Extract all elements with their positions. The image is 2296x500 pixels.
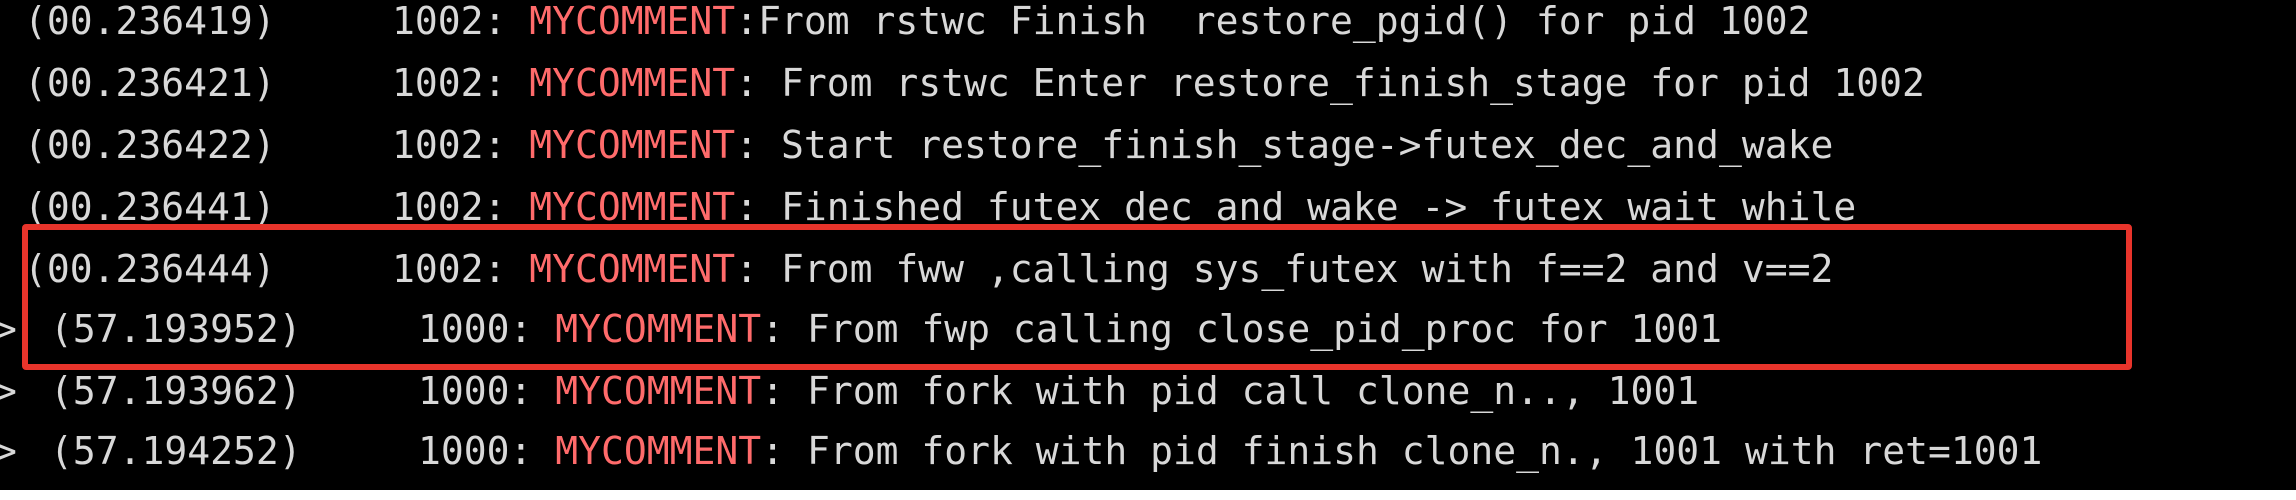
log-line: (00.236419) 1002: MYCOMMENT:From rstwc F… — [0, 0, 1810, 50]
log-pid: 1002: — [392, 61, 507, 105]
log-message: : Start restore_finish_stage->futex_dec_… — [735, 123, 1834, 167]
log-pid: 1002: — [392, 123, 507, 167]
log-message: : From fork with pid finish clone_n., 10… — [761, 429, 2043, 473]
log-tag: MYCOMMENT — [555, 369, 762, 413]
prompt-marker: > — [0, 307, 17, 351]
prompt-marker: > — [0, 429, 17, 473]
log-line: > (57.194252) 1000: MYCOMMENT: From fork… — [0, 422, 2042, 480]
log-message: : From fork with pid call clone_n.., 100… — [761, 369, 1700, 413]
log-tag: MYCOMMENT — [529, 185, 736, 229]
log-message: :From rstwc Finish restore_pgid() for pi… — [735, 0, 1811, 43]
log-pid: 1000: — [418, 429, 533, 473]
log-pid: 1002: — [392, 185, 507, 229]
log-line: (00.236422) 1002: MYCOMMENT: Start resto… — [0, 116, 1833, 174]
log-tag: MYCOMMENT — [529, 0, 736, 43]
log-line: (00.236421) 1002: MYCOMMENT: From rstwc … — [0, 54, 1925, 112]
log-timestamp: (00.236421) — [24, 61, 276, 105]
terminal-output: (00.236419) 1002: MYCOMMENT:From rstwc F… — [0, 0, 2296, 490]
log-line: > (57.193962) 1000: MYCOMMENT: From fork… — [0, 362, 1699, 420]
log-tag: MYCOMMENT — [555, 429, 762, 473]
log-timestamp: (57.194252) — [50, 429, 302, 473]
highlight-box — [22, 224, 2132, 370]
log-tag: MYCOMMENT — [529, 123, 736, 167]
log-message: : Finished futex dec and wake -> futex w… — [735, 185, 1857, 229]
log-timestamp: (00.236422) — [24, 123, 276, 167]
log-timestamp: (00.236419) — [24, 0, 276, 43]
log-message: : From rstwc Enter restore_finish_stage … — [735, 61, 1925, 105]
prompt-marker: > — [0, 369, 17, 413]
log-tag: MYCOMMENT — [529, 61, 736, 105]
log-pid: 1002: — [392, 0, 507, 43]
log-timestamp: (57.193962) — [50, 369, 302, 413]
log-pid: 1000: — [418, 369, 533, 413]
